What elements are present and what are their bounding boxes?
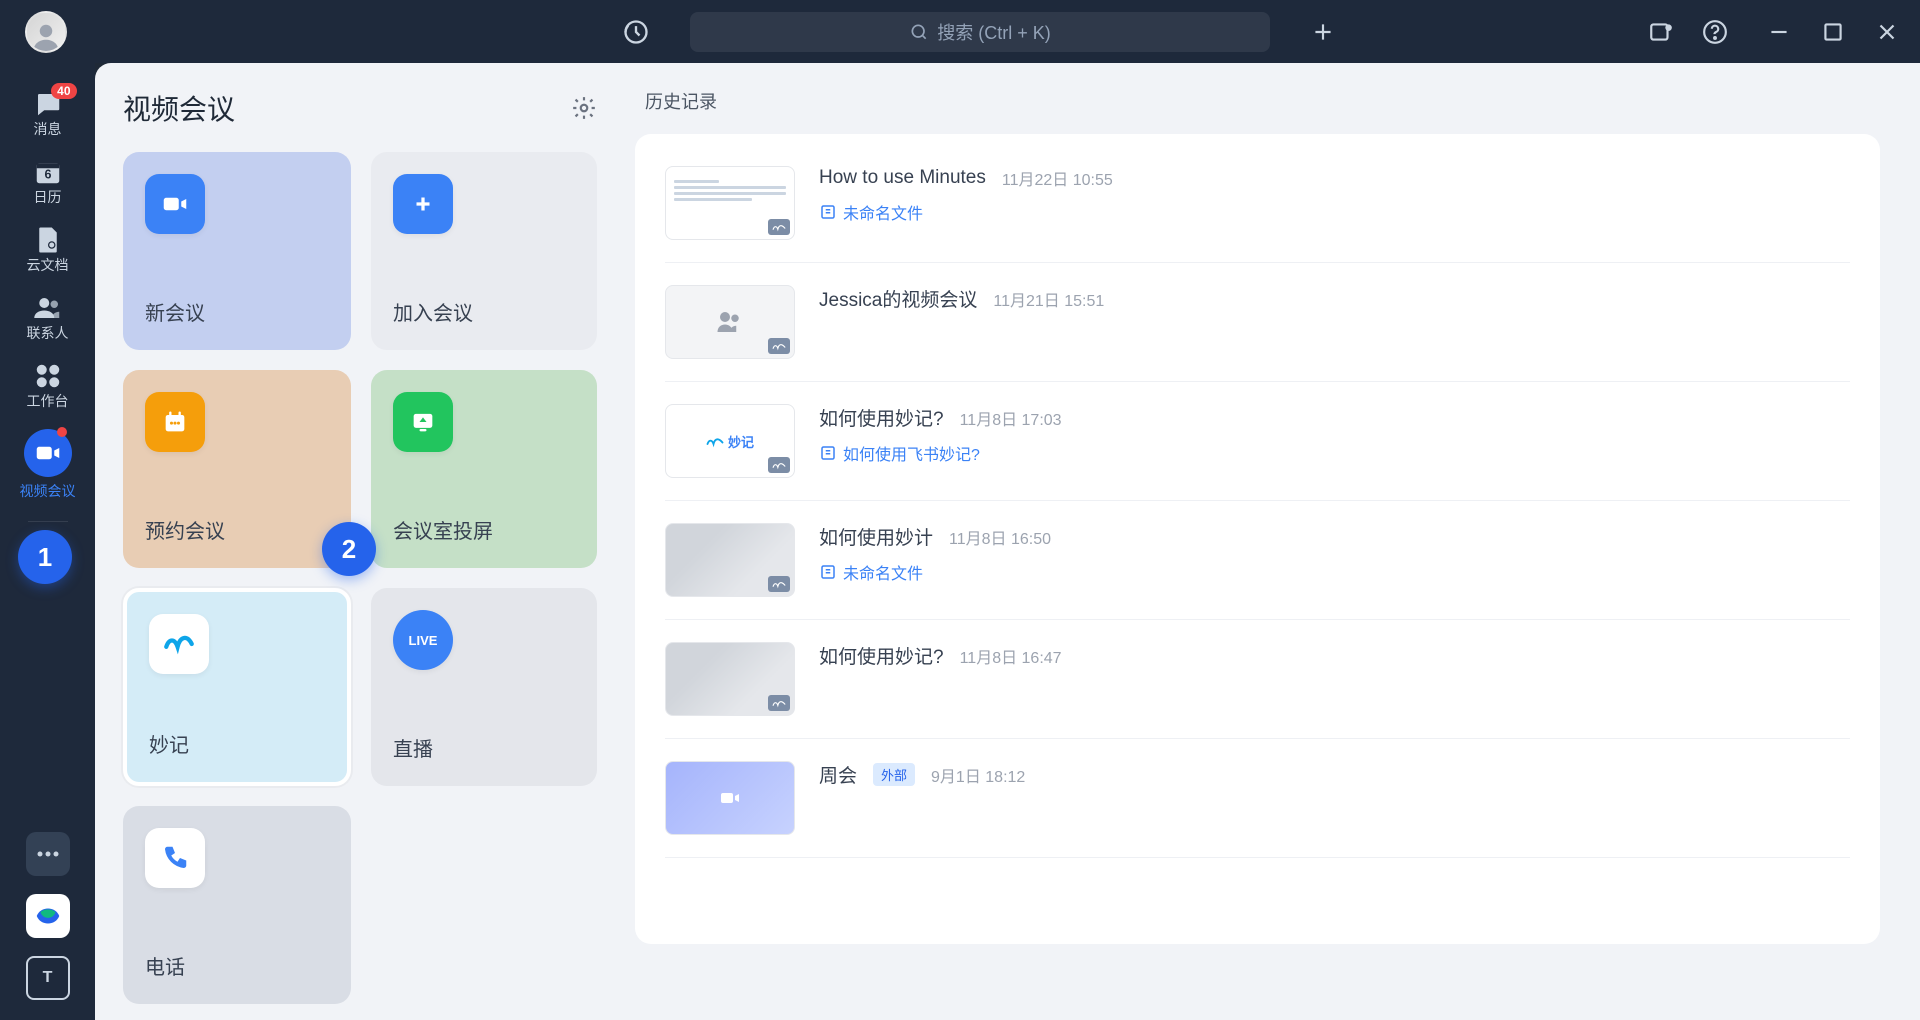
minutes-icon xyxy=(149,614,209,674)
history-item-title: 如何使用妙记? xyxy=(819,642,944,669)
tenant-letter: T xyxy=(43,969,53,987)
history-attachment[interactable]: 如何使用飞书妙记? xyxy=(819,441,1850,465)
step-badge-1: 1 xyxy=(18,530,72,584)
history-row[interactable]: 妙记如何使用妙记? 11月8日 17:03 如何使用飞书妙记? xyxy=(665,382,1850,501)
sidebar-item-label: 云文档 xyxy=(27,255,69,275)
history-item-title: Jessica的视频会议 xyxy=(819,285,977,312)
history-item-time: 11月8日 16:47 xyxy=(960,644,1062,668)
history-item-title: 如何使用妙记? xyxy=(819,404,944,431)
history-panel: 历史记录 How to use Minutes 11月22日 10:55 未命名文件… xyxy=(625,63,1920,1020)
history-thumbnail xyxy=(665,523,795,597)
history-icon[interactable] xyxy=(622,18,650,46)
video-camera-icon xyxy=(145,174,205,234)
notification-icon[interactable] xyxy=(1648,19,1674,45)
video-meeting-dot xyxy=(57,427,67,437)
cast-icon xyxy=(393,392,453,452)
sidebar-item-label: 联系人 xyxy=(27,323,69,343)
tile-label: 新会议 xyxy=(145,297,329,326)
messages-badge: 40 xyxy=(51,83,76,99)
calendar-icon: 6 xyxy=(33,157,63,187)
user-avatar[interactable] xyxy=(25,11,67,53)
sidebar-ellipsis-button[interactable] xyxy=(26,832,70,876)
sidebar-item-label: 消息 xyxy=(34,119,62,139)
history-thumbnail xyxy=(665,642,795,716)
history-title: 历史记录 xyxy=(635,88,1880,114)
phone-icon xyxy=(145,828,205,888)
history-row[interactable]: 如何使用妙记? 11月8日 16:47 xyxy=(665,620,1850,739)
apps-icon xyxy=(33,361,63,391)
calendar-schedule-icon xyxy=(145,392,205,452)
sidebar-item-label: 视频会议 xyxy=(20,481,76,501)
help-icon[interactable] xyxy=(1702,19,1728,45)
history-attachment[interactable]: 未命名文件 xyxy=(819,560,1850,584)
contacts-icon xyxy=(33,293,63,323)
tile-label: 预约会议 xyxy=(145,515,329,544)
tile-schedule-meeting[interactable]: 预约会议 xyxy=(123,370,351,568)
tile-room-cast[interactable]: 会议室投屏 xyxy=(371,370,597,568)
external-tag: 外部 xyxy=(873,763,915,786)
gear-icon[interactable] xyxy=(571,95,597,121)
tile-new-meeting[interactable]: 新会议 xyxy=(123,152,351,350)
sidebar-item-docs[interactable]: 云文档 xyxy=(13,217,83,283)
maximize-button[interactable] xyxy=(1820,19,1846,45)
sidebar-app-logo[interactable] xyxy=(26,894,70,938)
close-button[interactable] xyxy=(1874,19,1900,45)
sidebar-item-contacts[interactable]: 联系人 xyxy=(13,285,83,351)
history-row[interactable]: 如何使用妙计 11月8日 16:50 未命名文件 xyxy=(665,501,1850,620)
tile-minutes[interactable]: 妙记 xyxy=(123,588,351,786)
history-item-title: 如何使用妙计 xyxy=(819,523,933,550)
history-item-time: 11月22日 10:55 xyxy=(1002,166,1113,190)
tile-label: 直播 xyxy=(393,733,575,762)
sidebar-item-label: 工作台 xyxy=(27,391,69,411)
history-item-time: 11月8日 16:50 xyxy=(949,525,1051,549)
history-item-time: 11月21日 15:51 xyxy=(993,287,1104,311)
history-row[interactable]: 周会外部 9月1日 18:12 xyxy=(665,739,1850,858)
search-input[interactable]: 搜索 (Ctrl + K) xyxy=(690,12,1270,52)
history-item-time: 11月8日 17:03 xyxy=(960,406,1062,430)
history-row[interactable]: Jessica的视频会议 11月21日 15:51 xyxy=(665,263,1850,382)
add-button[interactable] xyxy=(1310,19,1336,45)
sidebar-item-workplace[interactable]: 工作台 xyxy=(13,353,83,419)
tile-label: 会议室投屏 xyxy=(393,515,575,544)
sidebar-tenant-button[interactable]: T xyxy=(26,956,70,1000)
history-thumbnail xyxy=(665,166,795,240)
titlebar: 搜索 (Ctrl + K) xyxy=(0,0,1920,63)
history-item-title: 周会 xyxy=(819,761,857,788)
history-attachment[interactable]: 未命名文件 xyxy=(819,200,1850,224)
sidebar-item-label: 日历 xyxy=(34,187,62,207)
tile-join-meeting[interactable]: 加入会议 xyxy=(371,152,597,350)
minimize-button[interactable] xyxy=(1766,19,1792,45)
history-thumbnail: 妙记 xyxy=(665,404,795,478)
history-thumbnail xyxy=(665,285,795,359)
step-badge-2: 2 xyxy=(322,522,376,576)
sidebar-divider xyxy=(28,521,68,522)
page-title: 视频会议 xyxy=(123,88,235,128)
history-item-time: 9月1日 18:12 xyxy=(931,763,1025,787)
tile-label: 妙记 xyxy=(149,729,325,758)
plus-square-icon xyxy=(393,174,453,234)
svg-text:6: 6 xyxy=(44,167,51,181)
sidebar-item-video-meeting[interactable]: 视频会议 xyxy=(13,421,83,509)
history-row[interactable]: How to use Minutes 11月22日 10:55 未命名文件 xyxy=(665,144,1850,263)
search-placeholder: 搜索 (Ctrl + K) xyxy=(937,19,1051,45)
history-thumbnail xyxy=(665,761,795,835)
tile-label: 加入会议 xyxy=(393,297,575,326)
history-item-title: How to use Minutes xyxy=(819,167,986,189)
search-icon xyxy=(909,22,929,42)
docs-icon xyxy=(33,225,63,255)
video-icon xyxy=(33,438,63,468)
tile-live[interactable]: LIVE 直播 xyxy=(371,588,597,786)
live-icon: LIVE xyxy=(393,610,453,670)
sidebar-item-calendar[interactable]: 6 日历 xyxy=(13,149,83,215)
tile-label: 电话 xyxy=(145,951,329,980)
tile-phone[interactable]: 电话 xyxy=(123,806,351,1004)
sidebar-item-messages[interactable]: 40 消息 xyxy=(13,81,83,147)
